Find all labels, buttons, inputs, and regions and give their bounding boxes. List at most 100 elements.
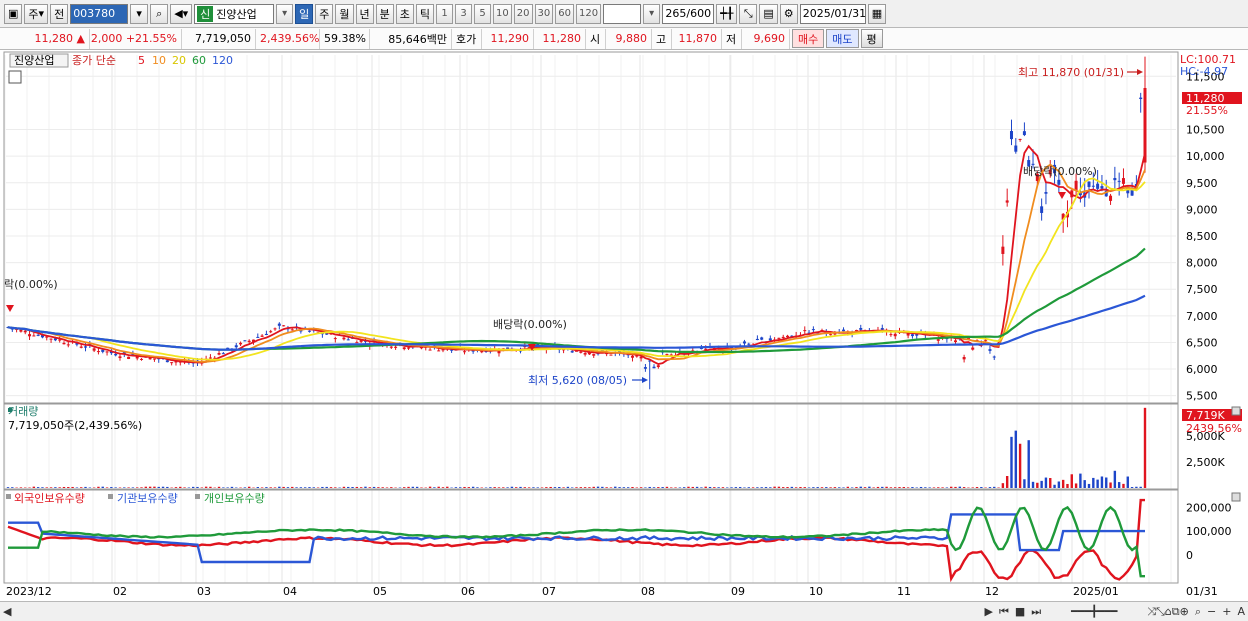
save-icon[interactable]: ▤ [759, 3, 778, 24]
interval-3-button[interactable]: 3 [455, 3, 473, 24]
zoom-in-icon[interactable]: + [1219, 605, 1234, 618]
volume-bar [932, 487, 936, 488]
eval-button[interactable]: 평 [860, 29, 883, 48]
candle-body [1109, 195, 1113, 201]
legend-ma120: 120 [212, 54, 233, 67]
volume-bar [174, 487, 178, 488]
interval-custom-input[interactable] [603, 3, 642, 24]
calendar-icon[interactable]: ▦ [867, 3, 887, 24]
stock-name-box[interactable]: 신 진양산업 [194, 3, 275, 24]
candle-body [1057, 179, 1061, 185]
volume-bar [1096, 479, 1099, 488]
candle-body [437, 350, 441, 352]
tools-icon[interactable]: ⤨⤡⌂⧉⊕ [1144, 605, 1192, 619]
drawing-tool-icon[interactable]: ⤡ [739, 3, 758, 24]
zoom-out-icon[interactable]: − [1204, 605, 1219, 618]
chart-area[interactable]: 11,500 10,500 10,000 9,500 9,000 8,500 8,000 7,… [0, 51, 1248, 601]
candle-body [264, 333, 268, 336]
hc-label: HC:-4.97 [1180, 65, 1228, 78]
sell-button[interactable]: 매도 [826, 29, 859, 48]
volume-bar [32, 486, 36, 488]
volume-bar [799, 487, 802, 488]
volume-bar [609, 487, 613, 488]
interval-120-button[interactable]: 120 [575, 3, 602, 24]
interval-1-button[interactable]: 1 [436, 3, 454, 24]
code-dropdown-icon[interactable]: ▾ [130, 3, 149, 24]
stock-code-input[interactable]: 003780 [70, 3, 129, 24]
search-icon[interactable]: ⌕ [150, 3, 169, 24]
volume-bar [19, 487, 23, 488]
volume-bar [463, 486, 466, 488]
volume-bar [407, 486, 410, 488]
period-tick-button[interactable]: 틱 [415, 3, 435, 24]
buy-button[interactable]: 매수 [792, 29, 825, 48]
volume-bar [454, 487, 458, 488]
volume-bar [303, 487, 307, 488]
volume-bar [502, 487, 505, 488]
first-page-icon[interactable]: ⏮ [996, 605, 1012, 619]
speaker-icon[interactable]: ◀▾ [170, 3, 193, 24]
candle-body [643, 367, 647, 369]
chart-canvas[interactable]: 11,50010,50010,0009,5009,0008,5008,0007,… [0, 51, 1248, 601]
stop-icon[interactable]: ■ [1012, 605, 1028, 618]
candle-body [402, 347, 406, 350]
volume-bar [545, 487, 548, 488]
candle-body [760, 337, 764, 340]
interval-dropdown-icon[interactable]: ▾ [643, 3, 661, 24]
candle-type-icon[interactable]: ┿╂ [716, 3, 738, 24]
legend-stock-name: 진양산업 [14, 54, 54, 67]
volume-bar [256, 487, 259, 488]
interval-30-button[interactable]: 30 [534, 3, 554, 24]
hoga-label: 호가 [452, 28, 482, 49]
font-size-icon[interactable]: A [1234, 605, 1248, 618]
volume-bar [1130, 487, 1134, 488]
volume-bar [390, 487, 393, 488]
volume-bar [334, 487, 337, 488]
quote-bar: 11,280 ▲ 2,000 +21.55% 7,719,050 2,439.5… [0, 28, 1248, 50]
interval-10-button[interactable]: 10 [493, 3, 512, 24]
volume-bar [415, 486, 419, 488]
candle-body [1044, 192, 1048, 194]
zoom-search-icon[interactable]: ⌕ [1192, 605, 1204, 619]
name-dropdown-icon[interactable]: ▾ [276, 3, 294, 24]
holding-y-tick: 0 [1186, 549, 1193, 562]
scroll-left-icon[interactable]: ◀ [0, 605, 14, 618]
scroll-right-icon[interactable]: ▶ [982, 605, 996, 618]
last-page-icon[interactable]: ⏭ [1028, 605, 1044, 619]
window-menu-icon[interactable]: ▣ [4, 3, 23, 24]
volume-bar [760, 487, 763, 488]
count-input[interactable]: 265/600 [662, 3, 715, 24]
volume-bar [975, 487, 979, 488]
period-minute-button[interactable]: 분 [375, 3, 394, 24]
period-month-button[interactable]: 월 [335, 3, 354, 24]
period-second-button[interactable]: 초 [395, 3, 414, 24]
volume-bar [209, 486, 212, 488]
volume-bar [730, 487, 733, 488]
candle-body [118, 356, 122, 359]
chart-scroll-row: ◀ ▶ ⏮ ■ ⏭ ━━━╋━━━ ⤨⤡⌂⧉⊕ ⌕ − + A [0, 601, 1248, 621]
volume-legend-icon [8, 408, 12, 412]
institution-legend-icon [108, 494, 113, 499]
code-label-button[interactable]: 전 [50, 3, 69, 24]
volume-bar [161, 486, 165, 488]
interval-5-button[interactable]: 5 [474, 3, 492, 24]
period-day-button[interactable]: 일 [295, 3, 314, 24]
volume-bar [562, 487, 565, 488]
volume-bar [665, 486, 669, 488]
date-input[interactable]: 2025/01/31 [799, 3, 866, 24]
zoom-slider[interactable]: ━━━╋━━━ [1044, 605, 1144, 618]
period-year-button[interactable]: 년 [355, 3, 374, 24]
volume-bar [123, 487, 126, 488]
candle-body [428, 349, 432, 351]
interval-60-button[interactable]: 60 [555, 3, 574, 24]
candle-body [992, 356, 996, 358]
period-week-button[interactable]: 주 [315, 3, 334, 24]
volume-bar [364, 486, 367, 488]
interval-20-button[interactable]: 20 [513, 3, 533, 24]
volume-bar [945, 487, 949, 488]
gear-icon[interactable]: ⚙ [779, 3, 798, 24]
volume-bar [1053, 484, 1056, 488]
candle-body [988, 349, 992, 351]
volume-bar [299, 487, 303, 488]
period-prefix-dropdown[interactable]: 주 ▾ [24, 3, 49, 24]
